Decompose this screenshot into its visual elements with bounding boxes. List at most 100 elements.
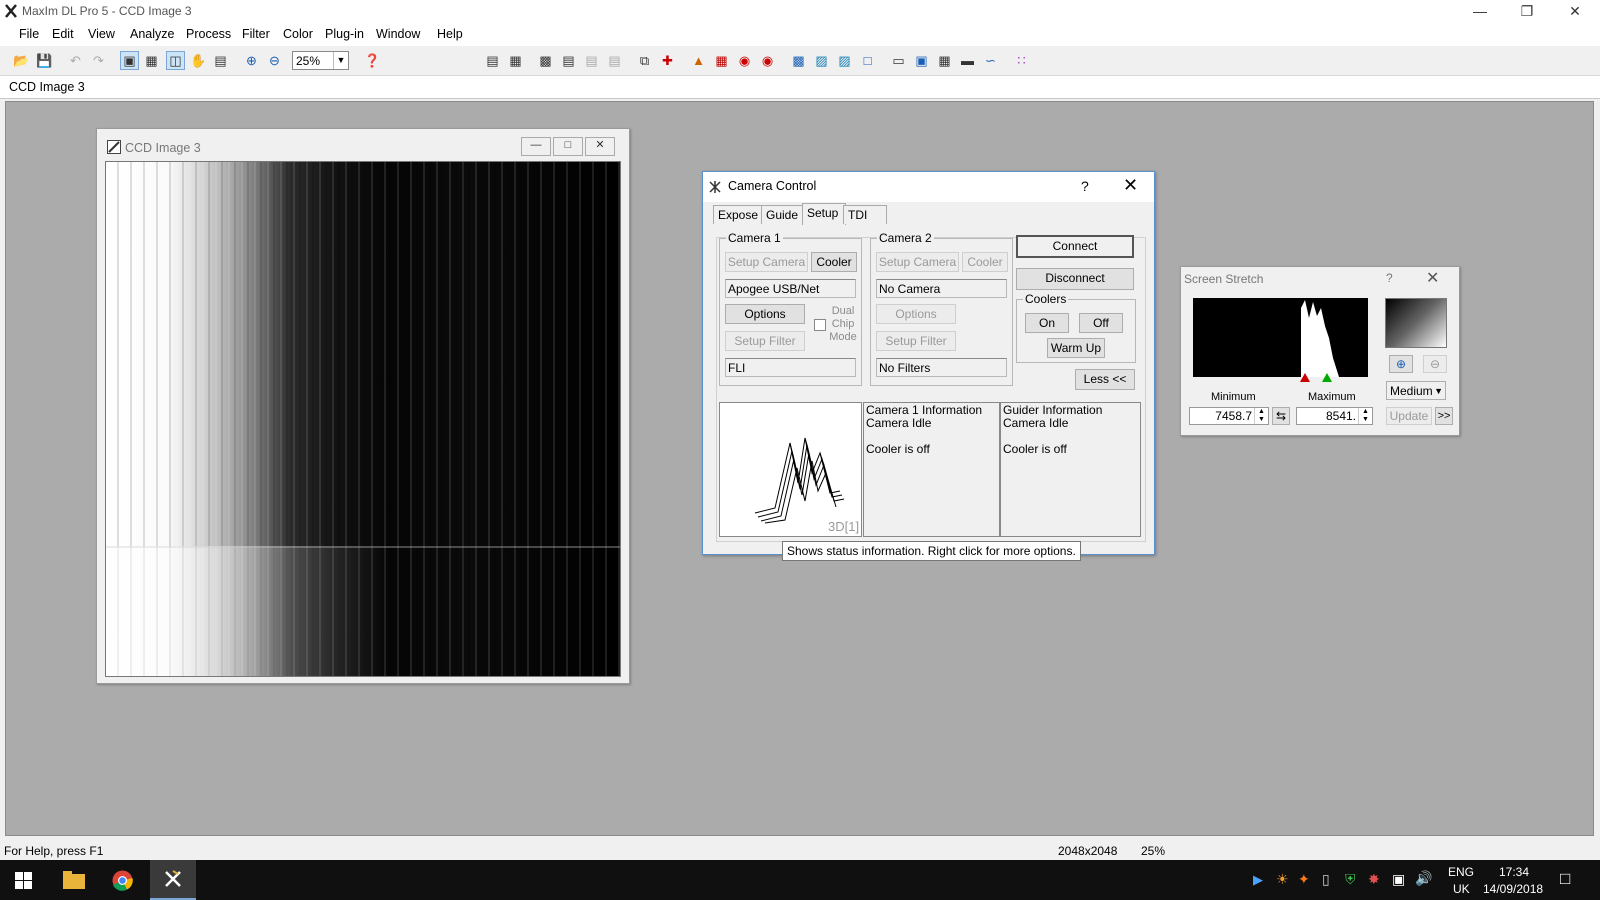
menu-file[interactable]: File bbox=[19, 27, 39, 41]
stretch-help-button[interactable]: ? bbox=[1386, 271, 1393, 285]
zoom-in-icon[interactable]: ⊕ bbox=[243, 52, 260, 69]
minimum-input[interactable]: 7458.7 ▲ ▼ bbox=[1189, 407, 1269, 425]
record-icon[interactable]: ◉ bbox=[736, 52, 753, 69]
swap-icon[interactable]: ⇆ bbox=[1272, 407, 1290, 425]
camera1-info-pane[interactable]: Camera 1 Information Camera Idle Cooler … bbox=[863, 402, 1000, 537]
camera2-setup-filter-button[interactable]: Setup Filter bbox=[876, 331, 956, 351]
picture-icon[interactable]: ▣ bbox=[913, 52, 930, 69]
image-view-icon[interactable]: ▣ bbox=[120, 51, 139, 70]
preview-3d-pane[interactable]: 3D[1] bbox=[719, 402, 862, 537]
menu-view[interactable]: View bbox=[88, 27, 115, 41]
camera-control-icon[interactable]: ▤ bbox=[484, 52, 501, 69]
camera1-name-field[interactable]: Apogee USB/Net bbox=[725, 279, 856, 298]
camera2-name-field[interactable]: No Camera bbox=[876, 279, 1007, 298]
stop-icon[interactable]: ◉ bbox=[759, 52, 776, 69]
language-code[interactable]: ENG bbox=[1448, 865, 1474, 879]
layers-icon[interactable]: ▨ bbox=[813, 52, 830, 69]
align-icon[interactable]: ▤ bbox=[560, 52, 577, 69]
menu-analyze[interactable]: Analyze bbox=[130, 27, 174, 41]
stretch-update-button[interactable]: Update bbox=[1386, 407, 1432, 425]
network-tray-icon[interactable]: ▣ bbox=[1392, 871, 1405, 888]
stretch-zoom-out-icon[interactable]: ⊖ bbox=[1423, 355, 1447, 373]
save-icon[interactable]: 💾 bbox=[36, 52, 53, 69]
app-tray-icon[interactable]: ✦ bbox=[1298, 871, 1310, 888]
windows-start-icon[interactable] bbox=[15, 872, 32, 889]
zoom-out-icon[interactable]: ⊖ bbox=[266, 52, 283, 69]
connect-button[interactable]: Connect bbox=[1016, 235, 1134, 258]
stretch-close-button[interactable]: ✕ bbox=[1426, 268, 1439, 288]
context-help-icon[interactable]: ❓ bbox=[364, 52, 381, 69]
graph-icon[interactable]: ▦ bbox=[936, 52, 953, 69]
copy-icon[interactable]: ⧉ bbox=[636, 52, 653, 69]
coolers-off-button[interactable]: Off bbox=[1079, 313, 1123, 333]
observatory-icon[interactable]: ▦ bbox=[507, 52, 524, 69]
menu-filter[interactable]: Filter bbox=[242, 27, 270, 41]
ruler-icon[interactable]: ▬ bbox=[959, 52, 976, 69]
ccd-image-canvas[interactable] bbox=[105, 161, 621, 677]
fit-view-icon[interactable]: ▦ bbox=[143, 52, 160, 69]
doc-tab-ccd-image-3[interactable]: CCD Image 3 bbox=[9, 80, 85, 94]
disconnect-button[interactable]: Disconnect bbox=[1016, 268, 1134, 290]
undo-icon[interactable]: ↶ bbox=[67, 52, 84, 69]
close-button[interactable]: ✕ bbox=[1552, 0, 1598, 24]
menu-help[interactable]: Help bbox=[437, 27, 463, 41]
ccd-close-button[interactable]: ✕ bbox=[585, 137, 615, 156]
file-explorer-icon[interactable] bbox=[63, 871, 85, 889]
camera2-setup-camera-button[interactable]: Setup Camera bbox=[876, 252, 959, 272]
camera1-cooler-button[interactable]: Cooler bbox=[811, 252, 857, 272]
ccd-maximize-button[interactable]: □ bbox=[553, 137, 583, 156]
ccd-image-window[interactable]: CCD Image 3 — □ ✕ bbox=[96, 128, 630, 684]
usb-tray-icon[interactable]: ▯ bbox=[1322, 871, 1330, 888]
clock-date[interactable]: 14/09/2018 bbox=[1483, 882, 1543, 896]
crosshair-icon[interactable]: ✚ bbox=[659, 52, 676, 69]
clock-time[interactable]: 17:34 bbox=[1499, 865, 1529, 879]
stretch-more-button[interactable]: >> bbox=[1435, 407, 1453, 425]
camera2-cooler-button[interactable]: Cooler bbox=[962, 252, 1008, 272]
camera2-options-button[interactable]: Options bbox=[876, 304, 956, 324]
chrome-icon[interactable] bbox=[112, 870, 133, 891]
maximum-marker[interactable] bbox=[1322, 373, 1332, 382]
volume-tray-icon[interactable]: 🔊 bbox=[1415, 870, 1432, 887]
menu-edit[interactable]: Edit bbox=[52, 27, 74, 41]
menu-color[interactable]: Color bbox=[283, 27, 313, 41]
stack-icon[interactable]: ▩ bbox=[537, 52, 554, 69]
menu-window[interactable]: Window bbox=[376, 27, 420, 41]
camera1-options-button[interactable]: Options bbox=[725, 304, 805, 324]
guider-info-pane[interactable]: Guider Information Camera Idle Cooler is… bbox=[1000, 402, 1141, 537]
camera-control-dialog[interactable]: Camera Control ? ✕ Expose Guide Setup TD… bbox=[702, 171, 1155, 555]
settings-icon[interactable]: ∷ bbox=[1013, 52, 1030, 69]
stretch-mode-select[interactable]: Medium ▼ bbox=[1386, 381, 1446, 400]
open-icon[interactable]: 📂 bbox=[13, 52, 30, 69]
camera1-setup-camera-button[interactable]: Setup Camera bbox=[725, 252, 808, 272]
tool-tray-icon[interactable]: ✸ bbox=[1368, 871, 1380, 888]
taskbar-maxim-app[interactable] bbox=[150, 860, 196, 900]
camera1-filter-field[interactable]: FLI bbox=[725, 358, 856, 377]
histogram-icon[interactable]: ▩ bbox=[790, 52, 807, 69]
tab-guide[interactable]: Guide bbox=[761, 205, 805, 224]
minimize-button[interactable]: — bbox=[1457, 0, 1503, 24]
square-icon[interactable]: □ bbox=[859, 52, 876, 69]
maximum-input[interactable]: 8541. ▲ ▼ bbox=[1296, 407, 1373, 425]
curve-icon[interactable]: ∽ bbox=[982, 52, 999, 69]
camera1-setup-filter-button[interactable]: Setup Filter bbox=[725, 331, 805, 351]
dual-chip-checkbox[interactable] bbox=[814, 319, 826, 331]
teamviewer-tray-icon[interactable]: ▶ bbox=[1253, 872, 1263, 888]
stretch-zoom-in-icon[interactable]: ⊕ bbox=[1389, 355, 1413, 373]
flashlight-icon[interactable]: ▲ bbox=[690, 52, 707, 69]
zoom-select[interactable]: 25% ▼ bbox=[292, 51, 349, 70]
grid-icon[interactable]: ▦ bbox=[713, 52, 730, 69]
security-tray-icon[interactable]: ⛨ bbox=[1345, 871, 1356, 888]
tile-icon[interactable]: ▨ bbox=[836, 52, 853, 69]
crosshair-view-icon[interactable]: ◫ bbox=[166, 51, 185, 70]
camera-help-button[interactable]: ? bbox=[1081, 178, 1089, 194]
weather-tray-icon[interactable]: ☀ bbox=[1276, 871, 1289, 888]
camera2-filter-field[interactable]: No Filters bbox=[876, 358, 1007, 377]
calibrate-icon[interactable]: ▤ bbox=[606, 52, 623, 69]
histogram-display[interactable] bbox=[1193, 298, 1368, 377]
combine-icon[interactable]: ▤ bbox=[583, 52, 600, 69]
less-button[interactable]: Less << bbox=[1075, 369, 1135, 390]
notifications-icon[interactable]: □ bbox=[1560, 869, 1570, 889]
coolers-on-button[interactable]: On bbox=[1025, 313, 1069, 333]
spinner-icon[interactable]: ▲ ▼ bbox=[1358, 408, 1372, 424]
ccd-minimize-button[interactable]: — bbox=[521, 137, 551, 156]
